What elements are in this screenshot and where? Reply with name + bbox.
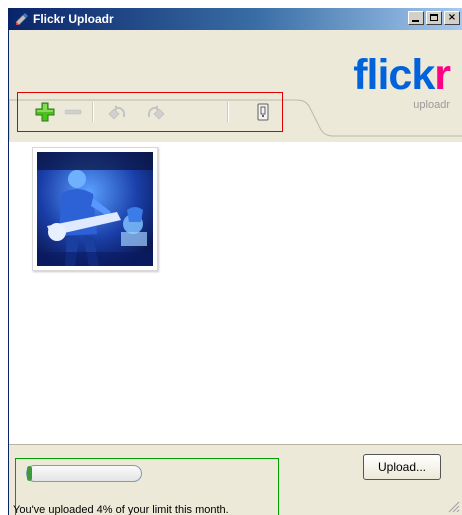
photo-image	[37, 152, 153, 266]
close-icon: ×	[447, 12, 457, 23]
flickr-app-icon	[15, 13, 28, 26]
window-title: Flickr Uploadr	[33, 12, 114, 26]
uploadr-window: Flickr Uploadr × flickr uploadr You've u…	[8, 8, 462, 515]
upload-limit-status-text: You've uploaded 4% of your limit this mo…	[13, 504, 229, 515]
title-bar[interactable]: Flickr Uploadr ×	[9, 8, 462, 30]
toolbar	[17, 92, 283, 132]
flickr-logo: flickr	[353, 51, 451, 99]
properties-icon[interactable]	[253, 102, 273, 122]
rotate-right-icon[interactable]	[146, 102, 166, 122]
logo-subtitle: uploadr	[413, 99, 450, 111]
rotate-left-icon[interactable]	[107, 102, 127, 122]
photo-thumbnail[interactable]	[32, 147, 158, 271]
logo-text-blue: flick	[353, 51, 435, 99]
maximize-icon	[430, 14, 438, 21]
toolbar-separator	[227, 102, 229, 122]
resize-grip-icon[interactable]	[448, 501, 460, 513]
upload-button[interactable]: Upload...	[363, 454, 441, 480]
toolbar-separator	[92, 102, 94, 122]
logo-text-pink: r	[434, 51, 451, 99]
maximize-button[interactable]	[426, 11, 442, 25]
minimize-icon	[412, 20, 419, 22]
minimize-button[interactable]	[408, 11, 424, 25]
close-button[interactable]: ×	[444, 11, 460, 25]
remove-icon[interactable]	[63, 102, 83, 122]
window-controls: ×	[408, 11, 460, 27]
upload-limit-progress-bar	[26, 465, 142, 482]
add-icon[interactable]	[35, 102, 55, 122]
progress-fill	[27, 466, 32, 481]
